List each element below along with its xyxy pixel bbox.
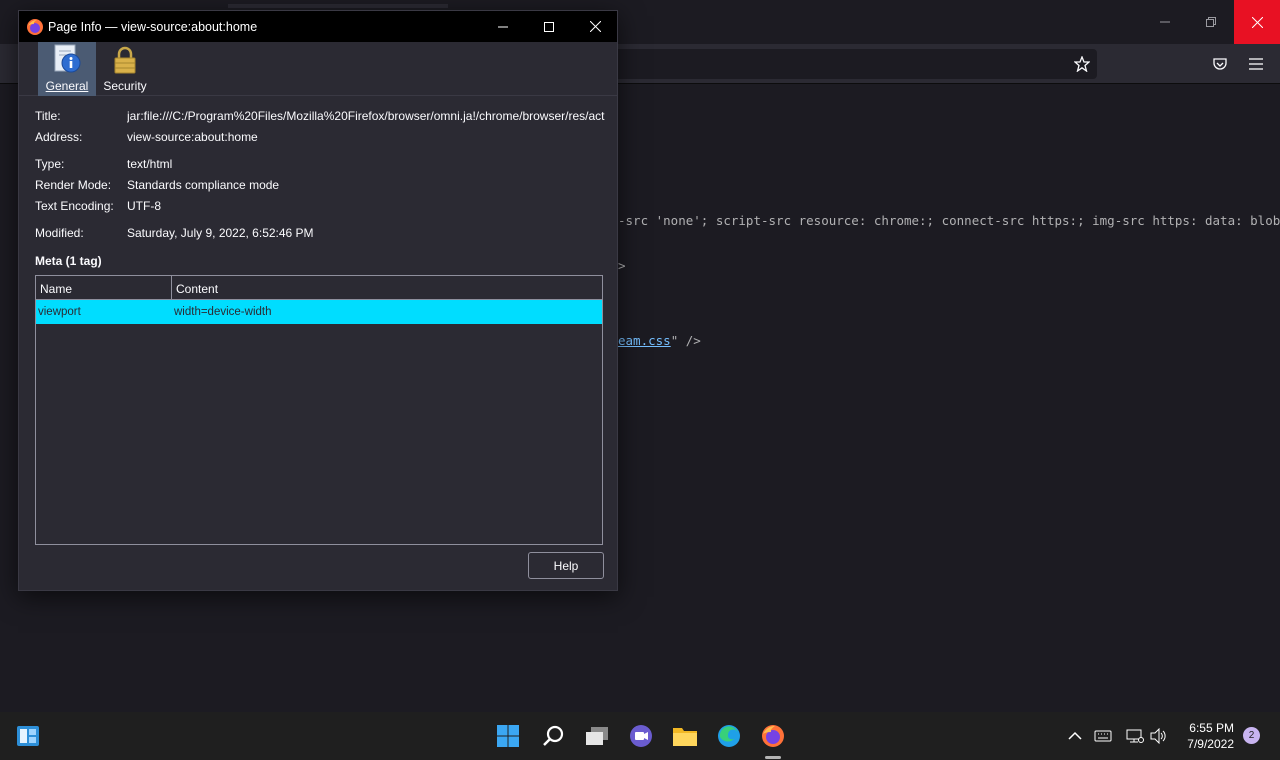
table-header: Name Content bbox=[36, 276, 602, 300]
bookmark-star-icon[interactable] bbox=[1070, 52, 1094, 76]
url-bar[interactable] bbox=[600, 49, 1097, 79]
meta-name-cell: viewport bbox=[38, 306, 81, 318]
browser-restore-button[interactable] bbox=[1188, 0, 1234, 44]
tab-security[interactable]: Security bbox=[96, 42, 154, 96]
restore-icon bbox=[1206, 17, 1216, 27]
render-mode-label: Render Mode: bbox=[35, 178, 112, 192]
menu-icon[interactable] bbox=[1244, 52, 1268, 76]
browser-tab-strip bbox=[228, 4, 448, 8]
title-value: jar:file:///C:/Program%20Files/Mozilla%2… bbox=[127, 109, 605, 123]
browser-close-button[interactable] bbox=[1234, 0, 1280, 44]
general-info-icon bbox=[54, 44, 81, 73]
source-code-line: -src 'none'; script-src resource: chrome… bbox=[618, 213, 1280, 228]
firefox-icon bbox=[27, 18, 43, 35]
address-value: view-source:about:home bbox=[127, 130, 258, 144]
maximize-icon bbox=[544, 21, 554, 32]
tab-security-label: Security bbox=[103, 79, 147, 93]
edge-icon[interactable] bbox=[715, 722, 743, 750]
page-info-dialog: Page Info — view-source:about:home Gener… bbox=[18, 10, 618, 591]
dialog-title: Page Info — view-source:about:home bbox=[48, 19, 258, 34]
encoding-value: UTF-8 bbox=[127, 199, 161, 213]
task-view-icon[interactable] bbox=[583, 722, 611, 750]
minimize-icon bbox=[1160, 21, 1170, 23]
dialog-minimize-button[interactable] bbox=[480, 11, 526, 42]
help-button[interactable]: Help bbox=[528, 552, 604, 579]
encoding-label: Text Encoding: bbox=[35, 199, 114, 213]
render-mode-value: Standards compliance mode bbox=[127, 178, 280, 192]
taskbar: 6:55 PM 7/9/2022 2 bbox=[0, 712, 1280, 760]
dialog-close-button[interactable] bbox=[572, 11, 618, 42]
active-app-indicator bbox=[765, 756, 781, 759]
type-label: Type: bbox=[35, 157, 65, 171]
meta-content-cell: width=device-width bbox=[174, 306, 272, 318]
chevron-up-icon[interactable] bbox=[1065, 726, 1085, 746]
dialog-maximize-button[interactable] bbox=[526, 11, 572, 42]
lock-icon bbox=[114, 46, 136, 74]
table-row[interactable]: viewport width=device-width bbox=[36, 300, 602, 324]
close-icon bbox=[1251, 16, 1263, 28]
column-header-name[interactable]: Name bbox=[36, 276, 172, 299]
dialog-tabs: General Security bbox=[19, 42, 617, 96]
dialog-titlebar: Page Info — view-source:about:home bbox=[19, 11, 617, 42]
teams-chat-icon[interactable] bbox=[627, 722, 655, 750]
minimize-icon bbox=[498, 26, 508, 27]
widgets-icon[interactable] bbox=[14, 722, 42, 750]
search-icon[interactable] bbox=[539, 722, 567, 750]
source-link[interactable]: eam.css bbox=[618, 333, 671, 348]
clock-time: 6:55 PM bbox=[1189, 721, 1234, 735]
source-code-suffix: " /> bbox=[670, 333, 701, 348]
modified-label: Modified: bbox=[35, 226, 84, 240]
column-header-content[interactable]: Content bbox=[172, 276, 222, 299]
type-value: text/html bbox=[127, 157, 173, 171]
pocket-icon[interactable] bbox=[1208, 52, 1232, 76]
keyboard-icon[interactable] bbox=[1093, 726, 1113, 746]
source-code-line: > bbox=[618, 258, 626, 273]
meta-table[interactable]: Name Content viewport width=device-width bbox=[35, 275, 603, 545]
network-icon[interactable] bbox=[1125, 726, 1145, 746]
browser-minimize-button[interactable] bbox=[1142, 0, 1188, 44]
firefox-taskbar-icon[interactable] bbox=[759, 722, 787, 750]
file-explorer-icon[interactable] bbox=[671, 722, 699, 750]
volume-icon[interactable] bbox=[1149, 726, 1169, 746]
tab-general[interactable]: General bbox=[38, 42, 96, 96]
close-icon bbox=[589, 21, 601, 32]
start-icon[interactable] bbox=[494, 722, 522, 750]
tab-general-label: General bbox=[45, 79, 89, 93]
title-label: Title: bbox=[35, 109, 61, 123]
clock-date: 7/9/2022 bbox=[1187, 737, 1234, 751]
meta-heading: Meta (1 tag) bbox=[35, 254, 102, 268]
source-code-line: eam.css" /> bbox=[618, 333, 701, 348]
modified-value: Saturday, July 9, 2022, 6:52:46 PM bbox=[127, 226, 314, 240]
notification-badge[interactable]: 2 bbox=[1243, 727, 1260, 744]
address-label: Address: bbox=[35, 130, 83, 144]
system-clock[interactable]: 6:55 PM 7/9/2022 bbox=[1172, 720, 1234, 752]
